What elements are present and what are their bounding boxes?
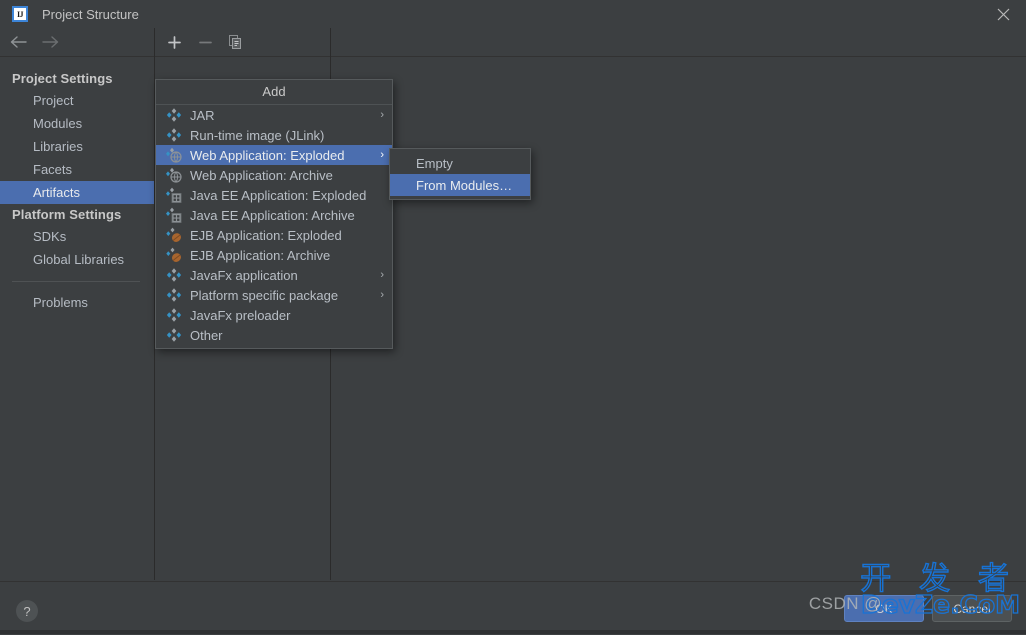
sidebar-item-modules[interactable]: Modules — [0, 112, 154, 135]
artifact-icon — [166, 108, 182, 122]
ok-button[interactable]: OK — [844, 595, 924, 622]
sidebar-item-project[interactable]: Project — [0, 89, 154, 112]
help-button[interactable]: ? — [16, 600, 38, 622]
chevron-right-icon: › — [380, 109, 384, 121]
menu-item-web-application-exploded[interactable]: Web Application: Exploded › — [156, 145, 392, 165]
cancel-button[interactable]: Cancel — [932, 595, 1012, 622]
close-icon[interactable] — [980, 0, 1026, 28]
artifact-icon — [166, 328, 182, 342]
menu-item-label: JavaFx preloader — [190, 307, 291, 323]
menu-item-web-application-archive[interactable]: Web Application: Archive — [156, 165, 392, 185]
menu-item-label: EJB Application: Exploded — [190, 227, 342, 243]
web-archive-icon — [166, 167, 182, 183]
web-exploded-icon — [166, 147, 182, 163]
menu-item-java-ee-application-exploded[interactable]: Java EE Application: Exploded — [156, 185, 392, 205]
artifact-icon — [166, 268, 182, 282]
javaee-archive-icon — [166, 207, 182, 223]
menu-item-jar[interactable]: JAR › — [156, 105, 392, 125]
menu-item-other[interactable]: Other — [156, 325, 392, 345]
detail-toolbar — [331, 28, 1026, 57]
menu-item-label: JavaFx application — [190, 267, 298, 283]
submenu-item-label: Empty — [416, 155, 453, 171]
menu-item-platform-specific-package[interactable]: Platform specific package › — [156, 285, 392, 305]
submenu-item-empty[interactable]: Empty — [390, 152, 530, 174]
sidebar-item-problems[interactable]: Problems — [0, 291, 154, 314]
settings-tree: Project Settings Project Modules Librari… — [0, 57, 154, 314]
submenu-item-label: From Modules… — [416, 177, 513, 193]
ejb-exploded-icon — [166, 227, 181, 242]
ejb-archive-icon — [166, 247, 181, 262]
artifact-detail-pane — [331, 28, 1026, 580]
window-title: Project Structure — [42, 6, 139, 22]
menu-item-label: Java EE Application: Archive — [190, 207, 355, 223]
dialog-action-buttons: OK Cancel — [844, 595, 1012, 622]
menu-item-javafx-preloader[interactable]: JavaFx preloader — [156, 305, 392, 325]
sidebar-divider — [12, 281, 140, 282]
tree-group-project-settings: Project Settings — [12, 71, 113, 86]
menu-item-ejb-application-exploded[interactable]: EJB Application: Exploded — [156, 225, 392, 245]
menu-item-label: Web Application: Exploded — [190, 147, 345, 163]
back-arrow-icon[interactable] — [8, 32, 28, 52]
dialog-footer: ? OK Cancel — [0, 581, 1026, 635]
chevron-right-icon: › — [380, 149, 384, 161]
remove-button[interactable] — [195, 32, 215, 52]
tree-group-platform-settings: Platform Settings — [12, 207, 122, 222]
artifact-icon — [166, 128, 182, 142]
menu-item-javafx-application[interactable]: JavaFx application › — [156, 265, 392, 285]
menu-item-java-ee-application-archive[interactable]: Java EE Application: Archive — [156, 205, 392, 225]
menu-item-label: Java EE Application: Exploded — [190, 187, 367, 203]
artifact-icon — [166, 308, 182, 322]
artifact-icon — [166, 288, 182, 302]
window-titlebar: IJ Project Structure — [0, 0, 1026, 29]
sidebar-item-sdks[interactable]: SDKs — [0, 225, 154, 248]
javaee-exploded-icon — [166, 187, 182, 203]
submenu-item-from-modules[interactable]: From Modules… — [390, 174, 530, 196]
menu-item-label: JAR — [190, 107, 215, 123]
menu-item-label: Other — [190, 327, 223, 343]
chevron-right-icon: › — [380, 289, 384, 301]
sidebar-item-artifacts[interactable]: Artifacts — [0, 181, 154, 204]
sidebar-nav-bar — [0, 28, 154, 57]
app-icon: IJ — [12, 6, 28, 22]
sidebar-item-global-libraries[interactable]: Global Libraries — [0, 248, 154, 271]
artifacts-toolbar — [155, 28, 330, 57]
dialog-body: Project Settings Project Modules Librari… — [0, 28, 1026, 580]
sidebar-item-facets[interactable]: Facets — [0, 158, 154, 181]
menu-item-label: Platform specific package — [190, 287, 339, 303]
menu-item-label: Web Application: Archive — [190, 167, 333, 183]
add-button[interactable] — [164, 32, 184, 52]
window-bottom-edge — [0, 630, 1026, 634]
web-application-exploded-submenu: Empty From Modules… — [389, 148, 531, 200]
settings-sidebar: Project Settings Project Modules Librari… — [0, 28, 155, 580]
forward-arrow-icon[interactable] — [40, 32, 60, 52]
popup-title: Add — [156, 80, 392, 105]
add-artifact-popup: Add JAR › Run-time image (JLink) Web App… — [155, 79, 393, 349]
menu-item-label: EJB Application: Archive — [190, 247, 331, 263]
menu-item-runtime-image-jlink[interactable]: Run-time image (JLink) — [156, 125, 392, 145]
sidebar-item-libraries[interactable]: Libraries — [0, 135, 154, 158]
menu-item-label: Run-time image (JLink) — [190, 127, 325, 143]
copy-button[interactable] — [226, 32, 246, 52]
chevron-right-icon: › — [380, 269, 384, 281]
menu-item-ejb-application-archive[interactable]: EJB Application: Archive — [156, 245, 392, 265]
